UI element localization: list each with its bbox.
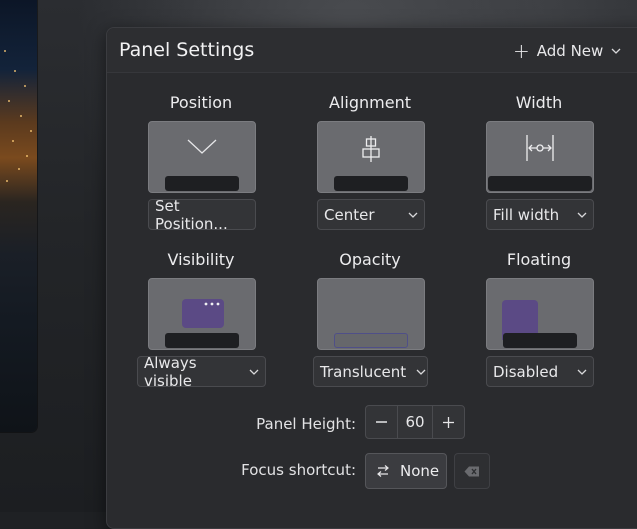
alignment-preview[interactable]: [317, 121, 425, 193]
plus-icon: [442, 416, 454, 428]
panel-height-value[interactable]: 60: [398, 406, 431, 438]
position-preview[interactable]: [148, 121, 256, 193]
panel-preview-bar-translucent: [334, 333, 408, 348]
clear-shortcut-button[interactable]: [454, 453, 490, 489]
panel-preview-bar: [334, 176, 408, 191]
set-position-button[interactable]: Set Position...: [148, 196, 256, 233]
opacity-preview[interactable]: [317, 278, 425, 350]
opacity-title: Opacity: [339, 250, 401, 269]
chevron-down-icon: [406, 369, 426, 375]
add-new-button[interactable]: + Add New: [513, 39, 621, 63]
chevron-down-icon: [567, 369, 587, 375]
background-window-city-photo: [0, 0, 37, 432]
alignment-combobox[interactable]: Center: [317, 199, 425, 230]
opacity-selected: Translucent: [320, 362, 407, 381]
window-preview: [182, 299, 224, 328]
set-position-label: Set Position...: [155, 196, 228, 233]
position-title: Position: [169, 93, 233, 112]
align-center-icon: [362, 136, 380, 162]
chevron-down-icon: [398, 212, 418, 218]
panel-preview-bar: [503, 333, 577, 348]
panel-settings-dialog: Panel Settings + Add New Position Set Po…: [106, 27, 637, 529]
more-dots-icon: [204, 302, 220, 306]
panel-height-spinbox[interactable]: 60: [365, 405, 465, 439]
panel-preview-bar: [165, 333, 239, 348]
minus-icon: [376, 421, 388, 423]
floating-selected: Disabled: [493, 362, 559, 381]
panel-preview-bar: [488, 176, 592, 191]
visibility-combobox[interactable]: Always visible: [137, 353, 266, 390]
chevron-down-icon: [187, 139, 217, 155]
alignment-selected: Center: [324, 205, 375, 224]
panel-height-label: Panel Height:: [256, 415, 356, 433]
width-combobox[interactable]: Fill width: [486, 199, 594, 230]
backspace-clear-icon: [464, 466, 480, 477]
swap-arrows-icon: [376, 465, 390, 477]
visibility-title: Visibility: [167, 250, 235, 269]
chevron-down-icon: [567, 212, 587, 218]
fill-width-icon: [525, 135, 555, 161]
plus-icon: +: [513, 39, 530, 63]
chevron-down-icon: [611, 48, 621, 54]
width-preview[interactable]: [486, 121, 594, 193]
dialog-title: Panel Settings: [119, 39, 255, 61]
focus-shortcut-value: None: [400, 462, 440, 480]
decrease-height-button[interactable]: [366, 406, 399, 438]
focus-shortcut-button[interactable]: None: [365, 453, 447, 489]
floating-preview[interactable]: [486, 278, 594, 350]
panel-preview-bar: [165, 176, 239, 191]
chevron-down-icon: [239, 369, 259, 375]
add-new-label: Add New: [536, 42, 604, 60]
increase-height-button[interactable]: [431, 406, 464, 438]
visibility-selected: Always visible: [144, 353, 197, 390]
floating-combobox[interactable]: Disabled: [486, 356, 594, 387]
width-title: Width: [515, 93, 563, 112]
focus-shortcut-label: Focus shortcut:: [241, 461, 356, 479]
visibility-preview[interactable]: [148, 278, 256, 350]
alignment-title: Alignment: [329, 93, 411, 112]
width-selected: Fill width: [493, 205, 560, 224]
floating-title: Floating: [506, 250, 572, 269]
dialog-header: Panel Settings + Add New: [107, 28, 637, 73]
opacity-combobox[interactable]: Translucent: [313, 356, 428, 387]
